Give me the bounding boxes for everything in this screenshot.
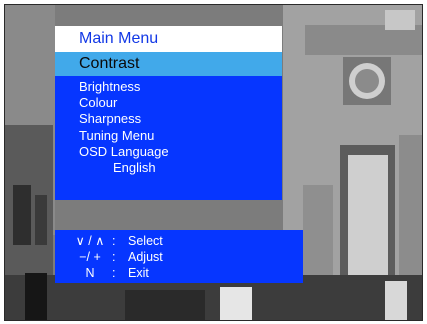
n-key: N <box>85 266 95 280</box>
up-down-arrow-keys: ∨ / ∧ <box>75 234 105 248</box>
help-action-select: Select <box>128 234 163 248</box>
menu-item-colour[interactable]: Colour <box>79 95 282 111</box>
menu-item-brightness[interactable]: Brightness <box>79 79 282 95</box>
menu-item-list: Brightness Colour Sharpness Tuning Menu … <box>55 76 282 200</box>
help-row-select: ∨ / ∧ : Select <box>55 233 303 249</box>
help-action-adjust: Adjust <box>128 250 163 264</box>
help-action-exit: Exit <box>128 266 149 280</box>
help-separator: : <box>112 250 116 264</box>
help-row-exit: N : Exit <box>55 265 303 281</box>
help-separator: : <box>112 266 116 280</box>
menu-item-sharpness[interactable]: Sharpness <box>79 111 282 127</box>
menu-title: Main Menu <box>55 26 282 52</box>
osd-help-bar: ∨ / ∧ : Select −/ + : Adjust N : Exit <box>55 230 303 283</box>
help-row-adjust: −/ + : Adjust <box>55 249 303 265</box>
osd-language-value: English <box>113 160 156 176</box>
tv-screen: Main Menu Contrast Brightness Colour Sha… <box>4 4 423 321</box>
menu-item-contrast-selected[interactable]: Contrast <box>55 52 282 76</box>
minus-plus-keys: −/ + <box>79 250 101 264</box>
menu-item-tuning-menu[interactable]: Tuning Menu <box>79 128 282 144</box>
osd-main-menu: Main Menu Contrast Brightness Colour Sha… <box>55 26 282 200</box>
menu-item-osd-language[interactable]: OSD Language <box>79 144 282 160</box>
help-separator: : <box>112 234 116 248</box>
